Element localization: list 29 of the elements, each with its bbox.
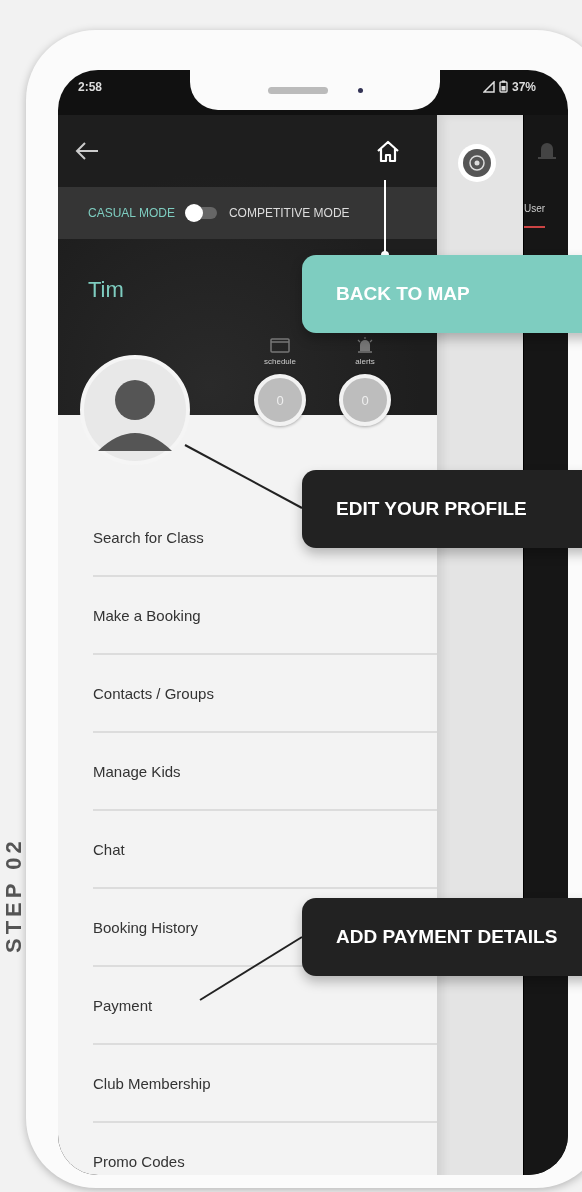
menu-item[interactable]: Contacts / Groups bbox=[93, 684, 214, 702]
menu-item[interactable]: Booking History bbox=[93, 918, 199, 936]
callout-label: ADD PAYMENT DETAILS bbox=[302, 898, 582, 976]
alarm-icon bbox=[356, 337, 374, 353]
calendar-icon bbox=[270, 337, 290, 353]
counter-label: alerts bbox=[355, 357, 375, 366]
battery-percent: 37% bbox=[511, 79, 536, 94]
home-icon[interactable] bbox=[375, 139, 401, 163]
menu-item[interactable]: Search for Class bbox=[93, 528, 204, 546]
counter-label: schedule bbox=[264, 357, 296, 366]
battery-icon bbox=[498, 80, 508, 93]
signal-icon bbox=[482, 80, 495, 93]
callout-label: EDIT YOUR PROFILE bbox=[302, 470, 582, 548]
menu-item[interactable]: Chat bbox=[93, 840, 125, 858]
mode-toggle[interactable] bbox=[186, 207, 217, 219]
menu-item[interactable]: Make a Booking bbox=[93, 606, 201, 624]
callout-label: BACK TO MAP bbox=[302, 255, 582, 333]
status-time: 2:58 bbox=[78, 79, 103, 94]
step-label: STEP 02 bbox=[2, 836, 26, 955]
menu-item[interactable]: Manage Kids bbox=[93, 762, 181, 780]
user-name: Tim bbox=[88, 277, 124, 303]
menu-item[interactable]: Club Membership bbox=[93, 1074, 211, 1092]
casual-mode-label: CASUAL MODE bbox=[88, 206, 175, 220]
competitive-mode-label: COMPETITIVE MODE bbox=[228, 206, 350, 220]
menu-item[interactable]: Promo Codes bbox=[93, 1152, 185, 1170]
target-icon[interactable] bbox=[457, 143, 497, 183]
map-tab[interactable]: User bbox=[524, 203, 546, 228]
back-arrow-icon[interactable] bbox=[74, 140, 100, 162]
menu-item[interactable]: Payment bbox=[93, 996, 153, 1014]
